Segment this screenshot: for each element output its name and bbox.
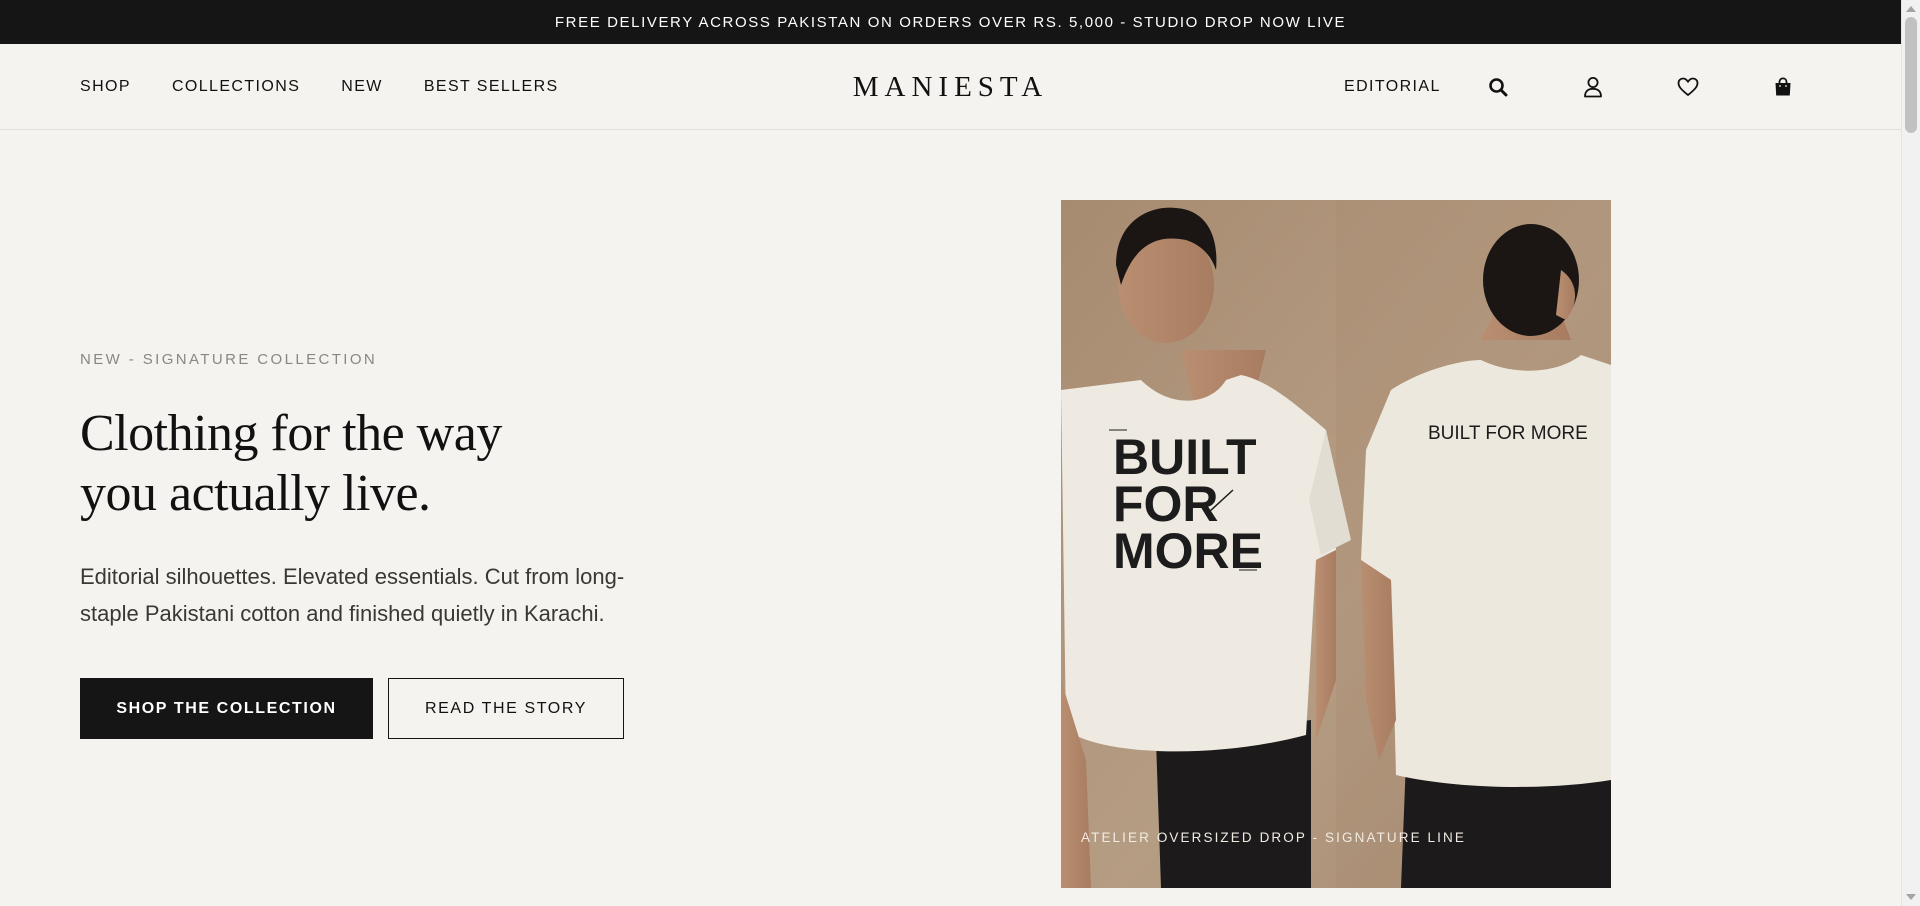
- hero-headline-line-1: Clothing for the way: [80, 405, 502, 462]
- scroll-down-arrow-icon[interactable]: [1906, 894, 1916, 900]
- hero-eyebrow: NEW - SIGNATURE COLLECTION: [80, 351, 378, 368]
- scroll-thumb[interactable]: [1905, 17, 1917, 133]
- read-story-button[interactable]: READ THE STORY: [388, 678, 624, 739]
- hero-image[interactable]: BUILT FOR MORE BUILT FOR MORE ATELIER OV…: [1061, 200, 1611, 888]
- hero-headline-line-2: you actually live.: [80, 465, 431, 522]
- scroll-up-arrow-icon[interactable]: [1906, 6, 1916, 12]
- site-header: SHOP COLLECTIONS NEW BEST SELLERS MANIES…: [0, 44, 1901, 130]
- brand-logo[interactable]: MANIESTA: [853, 71, 1049, 104]
- account-icon[interactable]: [1580, 74, 1606, 100]
- wishlist-icon[interactable]: [1675, 74, 1701, 100]
- announcement-text: FREE DELIVERY ACROSS PAKISTAN ON ORDERS …: [554, 13, 1347, 31]
- nav-editorial[interactable]: EDITORIAL: [1344, 78, 1441, 96]
- page-scrollbar[interactable]: [1901, 0, 1920, 906]
- primary-nav: SHOP COLLECTIONS NEW BEST SELLERS: [80, 44, 559, 130]
- nav-collections[interactable]: COLLECTIONS: [172, 78, 300, 96]
- hero-image-caption: ATELIER OVERSIZED DROP - SIGNATURE LINE: [1081, 830, 1466, 845]
- hero-subcopy: Editorial silhouettes. Elevated essentia…: [80, 564, 625, 626]
- search-icon[interactable]: [1485, 74, 1511, 100]
- nav-best-sellers[interactable]: BEST SELLERS: [424, 78, 559, 96]
- shop-collection-button[interactable]: SHOP THE COLLECTION: [80, 678, 373, 739]
- nav-shop[interactable]: SHOP: [80, 78, 131, 96]
- utility-nav: EDITORIAL: [1344, 44, 1796, 130]
- back-print-text: BUILT FOR MORE: [1428, 423, 1588, 444]
- front-print-line-3: MORE: [1113, 523, 1263, 579]
- cart-icon[interactable]: [1770, 74, 1796, 100]
- hero-headline: Clothing for the way you actually live.: [80, 404, 502, 524]
- announcement-bar: FREE DELIVERY ACROSS PAKISTAN ON ORDERS …: [0, 0, 1901, 44]
- nav-new[interactable]: NEW: [341, 78, 383, 96]
